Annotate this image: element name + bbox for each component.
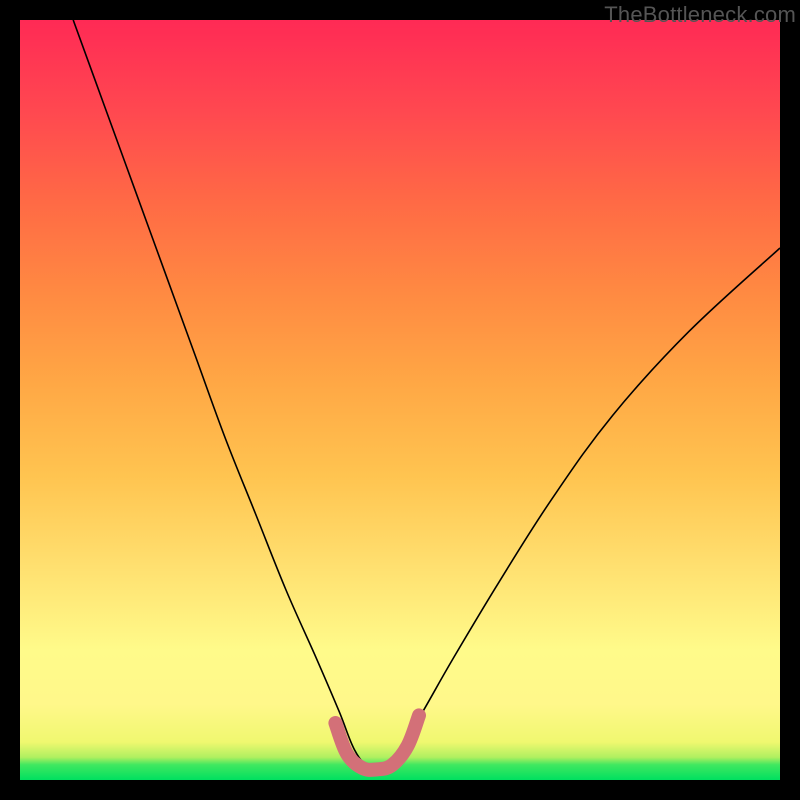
optimal-band-path — [335, 715, 419, 769]
watermark-text: TheBottleneck.com — [604, 2, 796, 28]
bottleneck-curve-path — [73, 20, 780, 772]
chart-plot-area — [20, 20, 780, 780]
chart-curve-svg — [20, 20, 780, 780]
